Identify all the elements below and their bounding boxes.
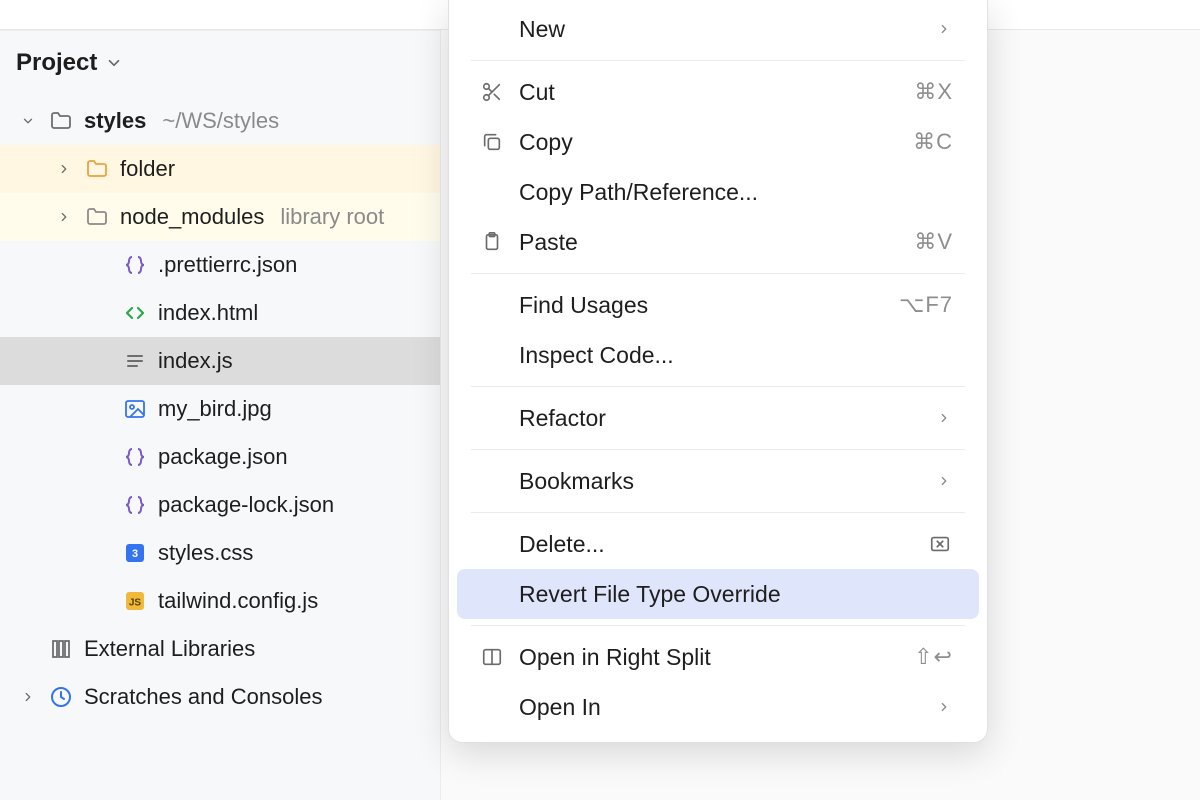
json-icon <box>122 444 148 470</box>
scratches-label: Scratches and Consoles <box>84 684 322 710</box>
menu-item-label: Find Usages <box>519 292 885 319</box>
menu-item-label: Revert File Type Override <box>519 581 953 608</box>
tree-root-path: ~/WS/styles <box>162 108 279 134</box>
scratches-and-consoles[interactable]: Scratches and Consoles <box>0 673 440 721</box>
js-icon: JS <box>122 588 148 614</box>
menu-item[interactable]: Revert File Type Override <box>457 569 979 619</box>
menu-item[interactable]: Inspect Code... <box>457 330 979 380</box>
external-libraries[interactable]: External Libraries <box>0 625 440 673</box>
tree-item[interactable]: index.html <box>0 289 440 337</box>
copy-icon <box>479 131 505 153</box>
menu-item[interactable]: Find Usages ⌥F7 <box>457 280 979 330</box>
menu-item-label: Copy Path/Reference... <box>519 179 953 206</box>
tree-item-label: folder <box>120 156 175 182</box>
menu-item[interactable]: Cut ⌘X <box>457 67 979 117</box>
menu-item-label: Copy <box>519 129 899 156</box>
sidebar-title: Project <box>16 49 97 77</box>
folder-orange-icon <box>84 156 110 182</box>
tree-item[interactable]: my_bird.jpg <box>0 385 440 433</box>
css-icon: 3 <box>122 540 148 566</box>
tree-item-label: my_bird.jpg <box>158 396 272 422</box>
menu-item-label: Open In <box>519 694 921 721</box>
menu-shortcut: ⌘X <box>914 79 953 105</box>
image-icon <box>122 396 148 422</box>
chevron-right-icon[interactable] <box>54 162 74 176</box>
json-icon <box>122 252 148 278</box>
tree-item[interactable]: package-lock.json <box>0 481 440 529</box>
delete-icon <box>927 533 953 555</box>
tree-item[interactable]: .prettierrc.json <box>0 241 440 289</box>
tree-item[interactable]: package.json <box>0 433 440 481</box>
menu-item[interactable]: Copy ⌘C <box>457 117 979 167</box>
chevron-right-icon <box>935 474 953 488</box>
tree-item-label: styles.css <box>158 540 253 566</box>
menu-item[interactable]: Delete... <box>457 519 979 569</box>
tree-item[interactable]: node_modules library root <box>0 193 440 241</box>
tree-root[interactable]: styles ~/WS/styles <box>0 97 440 145</box>
tree-item[interactable]: index.js <box>0 337 440 385</box>
menu-item-label: Cut <box>519 79 900 106</box>
chevron-down-icon <box>105 54 123 72</box>
chevron-right-icon <box>935 411 953 425</box>
tree-item-label: index.html <box>158 300 258 326</box>
split-icon <box>479 646 505 668</box>
project-tree: styles ~/WS/styles folder node_modules lib… <box>0 97 440 721</box>
tree-item-label: index.js <box>158 348 233 374</box>
tree-item-label: package.json <box>158 444 288 470</box>
menu-item-label: Delete... <box>519 531 913 558</box>
menu-item-label: New <box>519 16 921 43</box>
context-menu: New Cut ⌘X Copy ⌘C Copy Path/Reference... Past… <box>448 0 988 743</box>
libraries-icon <box>48 636 74 662</box>
chevron-right-icon[interactable] <box>54 210 74 224</box>
menu-separator <box>471 60 965 61</box>
menu-item[interactable]: Bookmarks <box>457 456 979 506</box>
menu-separator <box>471 273 965 274</box>
menu-separator <box>471 449 965 450</box>
menu-separator <box>471 512 965 513</box>
scissors-icon <box>479 81 505 103</box>
clipboard-icon <box>479 231 505 253</box>
menu-item[interactable]: Paste ⌘V <box>457 217 979 267</box>
menu-item-label: Inspect Code... <box>519 342 953 369</box>
menu-item-label: Bookmarks <box>519 468 921 495</box>
menu-shortcut: ⇧↩ <box>914 644 953 670</box>
menu-item-label: Open in Right Split <box>519 644 900 671</box>
folder-icon <box>48 108 74 134</box>
tree-root-name: styles <box>84 108 146 134</box>
tree-item[interactable]: folder <box>0 145 440 193</box>
chevron-right-icon <box>935 22 953 36</box>
menu-separator <box>471 625 965 626</box>
tree-item-label: package-lock.json <box>158 492 334 518</box>
menu-item-label: Refactor <box>519 405 921 432</box>
external-libraries-label: External Libraries <box>84 636 255 662</box>
menu-item[interactable]: Open In <box>457 682 979 732</box>
chevron-down-icon[interactable] <box>18 114 38 128</box>
tree-item[interactable]: JS tailwind.config.js <box>0 577 440 625</box>
chevron-right-icon[interactable] <box>18 690 38 704</box>
menu-item[interactable]: New <box>457 4 979 54</box>
text-icon <box>122 348 148 374</box>
menu-item-label: Paste <box>519 229 900 256</box>
menu-item[interactable]: Refactor <box>457 393 979 443</box>
folder-gray-icon <box>84 204 110 230</box>
chevron-right-icon <box>935 700 953 714</box>
svg-text:JS: JS <box>129 598 142 609</box>
menu-shortcut: ⌘C <box>913 129 953 155</box>
html-icon <box>122 300 148 326</box>
menu-item[interactable]: Copy Path/Reference... <box>457 167 979 217</box>
menu-shortcut: ⌥F7 <box>899 292 953 318</box>
tree-item-suffix: library root <box>280 204 384 230</box>
menu-separator <box>471 386 965 387</box>
scratches-icon <box>48 684 74 710</box>
menu-item[interactable]: Open in Right Split ⇧↩ <box>457 632 979 682</box>
tree-item-label: .prettierrc.json <box>158 252 297 278</box>
menu-shortcut: ⌘V <box>914 229 953 255</box>
svg-text:3: 3 <box>132 548 138 560</box>
json-icon <box>122 492 148 518</box>
tree-item[interactable]: 3 styles.css <box>0 529 440 577</box>
sidebar-header[interactable]: Project <box>0 31 440 97</box>
tree-item-label: node_modules <box>120 204 264 230</box>
tree-item-label: tailwind.config.js <box>158 588 318 614</box>
project-sidebar: Project styles ~/WS/styles folder node_mo… <box>0 30 440 800</box>
